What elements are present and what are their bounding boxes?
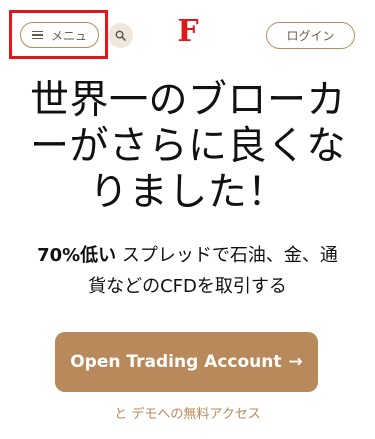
headline-line-2: ーがさらに良くな bbox=[29, 124, 346, 169]
page: メニュ F ログイン 世界一のブローカ ーがさらに良くな りました！ 70%低い… bbox=[0, 0, 375, 439]
login-label: ログイン bbox=[286, 29, 335, 43]
subtext-highlight: 70%低い bbox=[37, 245, 117, 266]
cta-label: Open Trading Account bbox=[70, 352, 282, 372]
headline-line-3: りました！ bbox=[89, 170, 287, 215]
page-headline: 世界一のブローカ ーがさらに良くな りました！ bbox=[18, 78, 358, 216]
subtext-part-1: スプレッドで石油、金、通 bbox=[116, 245, 338, 266]
header: メニュ F ログイン bbox=[0, 0, 375, 72]
menu-label: メニュ bbox=[50, 28, 87, 43]
menu-button[interactable]: メニュ bbox=[20, 22, 99, 48]
arrow-right-icon: → bbox=[288, 352, 303, 372]
subtext-part-2: 貨などのCFDを取引する bbox=[88, 276, 287, 297]
hero-subtext: 70%低い スプレッドで石油、金、通 貨などのCFDを取引する bbox=[14, 240, 361, 302]
open-account-button[interactable]: Open Trading Account → bbox=[55, 332, 318, 392]
login-button[interactable]: ログイン bbox=[266, 22, 355, 49]
search-button[interactable] bbox=[108, 23, 133, 48]
hamburger-icon bbox=[31, 31, 43, 40]
demo-access-link[interactable]: と デモへの無料アクセス bbox=[0, 403, 375, 422]
brand-logo[interactable]: F bbox=[176, 14, 200, 50]
search-icon bbox=[115, 30, 126, 41]
headline-line-1: 世界一のブローカ bbox=[29, 78, 346, 123]
